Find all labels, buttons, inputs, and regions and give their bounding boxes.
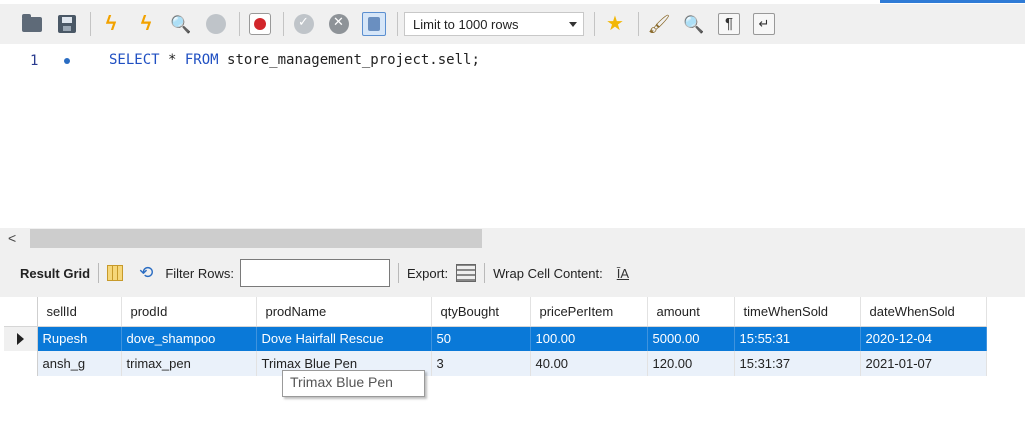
- table-cell[interactable]: 2020-12-04: [860, 326, 987, 351]
- table-cell[interactable]: dove_shampoo: [121, 326, 257, 351]
- sql-text: store_management_project.sell;: [218, 52, 480, 68]
- limit-rows-select[interactable]: Limit to 1000 rows: [404, 12, 584, 36]
- chevron-down-icon: [569, 21, 577, 27]
- wrap-cell-label: Wrap Cell Content:: [493, 265, 603, 281]
- row-header-corner: [4, 297, 38, 327]
- sql-editor[interactable]: 1 SELECT * FROM store_management_project…: [0, 44, 1025, 228]
- grid-view-icon[interactable]: [107, 265, 124, 281]
- save-icon: [58, 15, 76, 33]
- table-cell[interactable]: 15:55:31: [734, 326, 861, 351]
- toolbar-separator: [283, 12, 284, 36]
- sql-keyword: FROM: [184, 52, 219, 68]
- rollback-button[interactable]: [325, 10, 353, 38]
- find-button[interactable]: 🔍: [680, 10, 708, 38]
- toolbar-separator: [638, 12, 639, 36]
- rollback-icon: [329, 14, 349, 34]
- scroll-left-icon[interactable]: <: [8, 230, 16, 246]
- result-toolbar: Result Grid ⟲ Filter Rows: Export: Wrap …: [0, 249, 1025, 297]
- explain-icon: 🔍: [170, 14, 192, 34]
- result-grid: sellId prodId prodName qtyBought pricePe…: [4, 297, 987, 376]
- column-header[interactable]: qtyBought: [431, 297, 531, 327]
- commit-button[interactable]: [290, 10, 318, 38]
- save-button[interactable]: [53, 10, 81, 38]
- table-cell[interactable]: 120.00: [647, 351, 735, 376]
- sql-editor-toolbar: ϟ ϟ 🔍 Limit to 1000 rows ★ 🖌 🔍 ¶ ↵: [0, 4, 1025, 44]
- toolbar-separator: [594, 12, 595, 36]
- row-header[interactable]: [4, 326, 38, 351]
- column-header[interactable]: amount: [647, 297, 735, 327]
- wrap-cell-icon[interactable]: ĪA: [617, 266, 629, 281]
- toolbar-separator: [397, 263, 399, 283]
- beautify-icon: 🖌: [647, 14, 671, 34]
- explain-button[interactable]: 🔍: [167, 10, 195, 38]
- toolbar-separator: [239, 12, 240, 36]
- toolbar-separator: [98, 263, 100, 283]
- table-cell[interactable]: Dove Hairfall Rescue: [256, 326, 432, 351]
- limit-rows-value: Limit to 1000 rows: [413, 16, 519, 32]
- line-number: 1: [30, 53, 39, 69]
- wrap-lines-button[interactable]: ↵: [750, 10, 778, 38]
- export-label: Export:: [406, 265, 449, 281]
- table-cell[interactable]: 3: [431, 351, 531, 376]
- filter-rows-input[interactable]: [239, 259, 390, 287]
- table-cell[interactable]: 2021-01-07: [860, 351, 987, 376]
- table-cell[interactable]: Rupesh: [37, 326, 122, 351]
- add-bookmark-button[interactable]: ★: [601, 10, 629, 38]
- wrap-lines-icon: ↵: [753, 13, 775, 35]
- beautify-button[interactable]: 🖌: [645, 10, 673, 38]
- stop-button[interactable]: [202, 10, 230, 38]
- statement-marker-icon: [64, 58, 70, 64]
- table-cell[interactable]: ansh_g: [37, 351, 122, 376]
- toolbar-separator: [90, 12, 91, 36]
- execute-button[interactable]: ϟ: [97, 10, 125, 38]
- filter-rows-label: Filter Rows:: [165, 265, 234, 281]
- column-header[interactable]: prodName: [256, 297, 432, 327]
- table-cell[interactable]: 5000.00: [647, 326, 735, 351]
- result-grid-tab[interactable]: Result Grid: [20, 266, 90, 281]
- execute-current-icon: ϟ: [140, 13, 152, 35]
- toggle-autocommit-button[interactable]: [360, 10, 388, 38]
- folder-icon: [22, 13, 42, 32]
- execute-current-button[interactable]: ϟ: [132, 10, 160, 38]
- sql-text: *: [159, 52, 185, 68]
- stop-icon: [206, 14, 226, 34]
- table-cell[interactable]: 40.00: [530, 351, 648, 376]
- sql-keyword: SELECT: [109, 52, 160, 68]
- stop-on-error-button[interactable]: [246, 10, 274, 38]
- table-row[interactable]: ansh_g trimax_pen Trimax Blue Pen 3 40.0…: [4, 351, 987, 376]
- column-header[interactable]: pricePerItem: [530, 297, 648, 327]
- column-header[interactable]: timeWhenSold: [734, 297, 861, 327]
- stop-on-error-icon: [249, 13, 271, 35]
- active-tab-indicator: [880, 0, 1025, 3]
- column-header[interactable]: sellId: [37, 297, 122, 327]
- table-cell[interactable]: 15:31:37: [734, 351, 861, 376]
- column-header[interactable]: dateWhenSold: [860, 297, 987, 327]
- commit-icon: [294, 14, 314, 34]
- export-icon[interactable]: [456, 264, 477, 282]
- table-cell[interactable]: trimax_pen: [121, 351, 257, 376]
- invisible-chars-icon: ¶: [718, 13, 740, 35]
- execute-icon: ϟ: [105, 13, 117, 35]
- table-row[interactable]: Rupesh dove_shampoo Dove Hairfall Rescue…: [4, 326, 987, 351]
- column-header[interactable]: prodId: [121, 297, 257, 327]
- current-row-icon: [17, 332, 24, 345]
- scrollbar-thumb[interactable]: [30, 229, 482, 248]
- find-icon: 🔍: [683, 14, 705, 34]
- toggle-autocommit-icon: [362, 12, 386, 36]
- grid-header-row: sellId prodId prodName qtyBought pricePe…: [4, 297, 987, 327]
- bookmark-star-icon: ★: [606, 13, 624, 35]
- cell-tooltip: Trimax Blue Pen: [282, 370, 425, 397]
- toolbar-separator: [484, 263, 486, 283]
- sql-code-line[interactable]: SELECT * FROM store_management_project.s…: [109, 52, 480, 68]
- open-file-button[interactable]: [18, 10, 46, 38]
- editor-horizontal-scrollbar[interactable]: <: [0, 228, 1025, 249]
- table-cell[interactable]: 100.00: [530, 326, 648, 351]
- table-cell[interactable]: 50: [431, 326, 531, 351]
- invisible-chars-button[interactable]: ¶: [715, 10, 743, 38]
- row-header[interactable]: [4, 351, 38, 376]
- toolbar-separator: [397, 12, 398, 36]
- refresh-icon[interactable]: ⟲: [139, 263, 153, 283]
